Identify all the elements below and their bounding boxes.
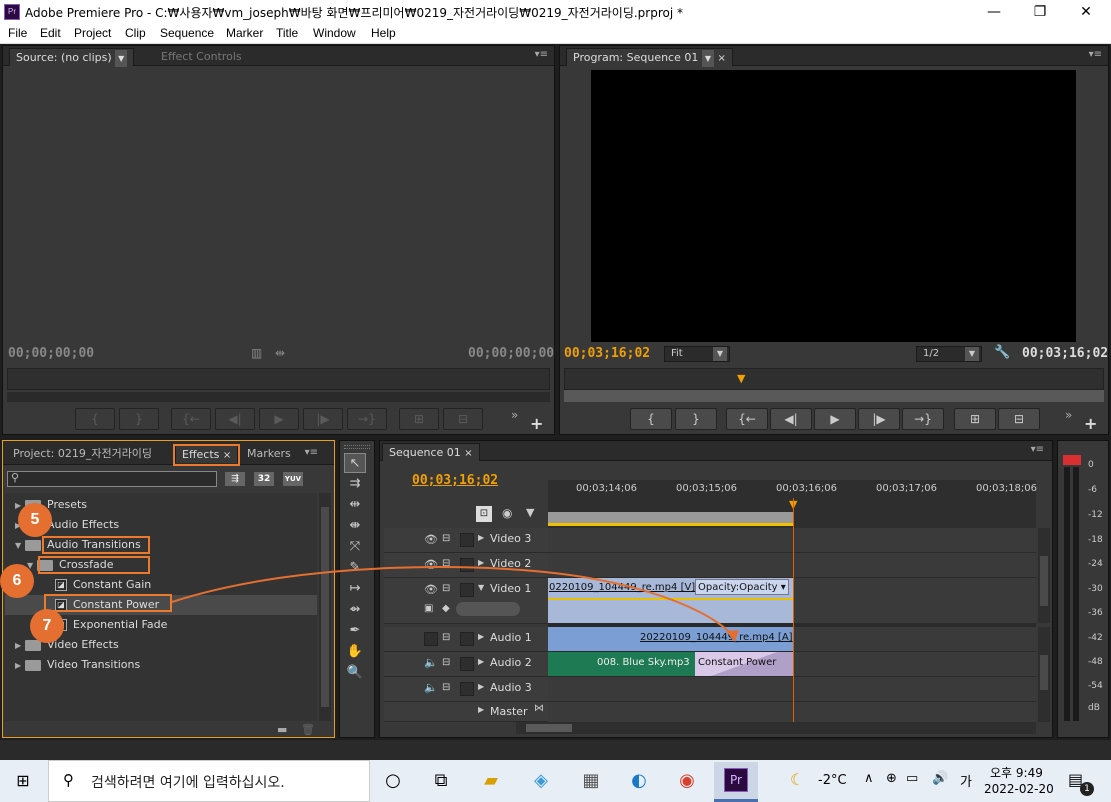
weather-moon-icon[interactable]: ☾	[790, 770, 804, 789]
file-explorer-icon[interactable]: ▰	[476, 766, 506, 796]
premiere-taskbar-button[interactable]: Pr	[714, 762, 758, 802]
windows-start-icon[interactable]: ⊞	[8, 766, 38, 796]
cortana-icon[interactable]: ○	[378, 766, 408, 796]
drag-arrow-overlay	[171, 566, 739, 642]
notification-count-badge: 1	[1080, 782, 1094, 796]
clock-date[interactable]: 2022-02-20	[984, 782, 1054, 796]
volume-icon[interactable]: 🔊	[932, 771, 948, 786]
task-view-icon[interactable]: ⧉	[426, 766, 456, 796]
search-icon: ⚲	[63, 771, 74, 789]
ime-language[interactable]: 가	[960, 771, 972, 790]
chevron-up-icon[interactable]: ∧	[864, 771, 874, 786]
drag-arrow-head	[726, 630, 739, 642]
network-icon[interactable]: ▭	[906, 771, 918, 786]
drag-arrow-path	[171, 566, 736, 639]
taskbar-search-input[interactable]: ⚲ 검색하려면 여기에 입력하십시오.	[48, 760, 370, 802]
clock-time[interactable]: 오후 9:49	[990, 764, 1043, 781]
calculator-icon[interactable]: ▦	[576, 766, 606, 796]
camera-icon[interactable]: ⊕	[886, 771, 897, 786]
weather-temp[interactable]: -2°C	[818, 773, 847, 788]
search-placeholder: 검색하려면 여기에 입력하십시오.	[91, 775, 285, 791]
taskbar: ⊞ ⚲ 검색하려면 여기에 입력하십시오. ○ ⧉ ▰ ◈ ▦ ◐ ◉ Pr ☾…	[0, 760, 1111, 802]
chrome-icon[interactable]: ◉	[672, 766, 702, 796]
store-icon[interactable]: ◈	[526, 766, 556, 796]
edge-icon[interactable]: ◐	[624, 766, 654, 796]
premiere-icon: Pr	[724, 768, 748, 792]
